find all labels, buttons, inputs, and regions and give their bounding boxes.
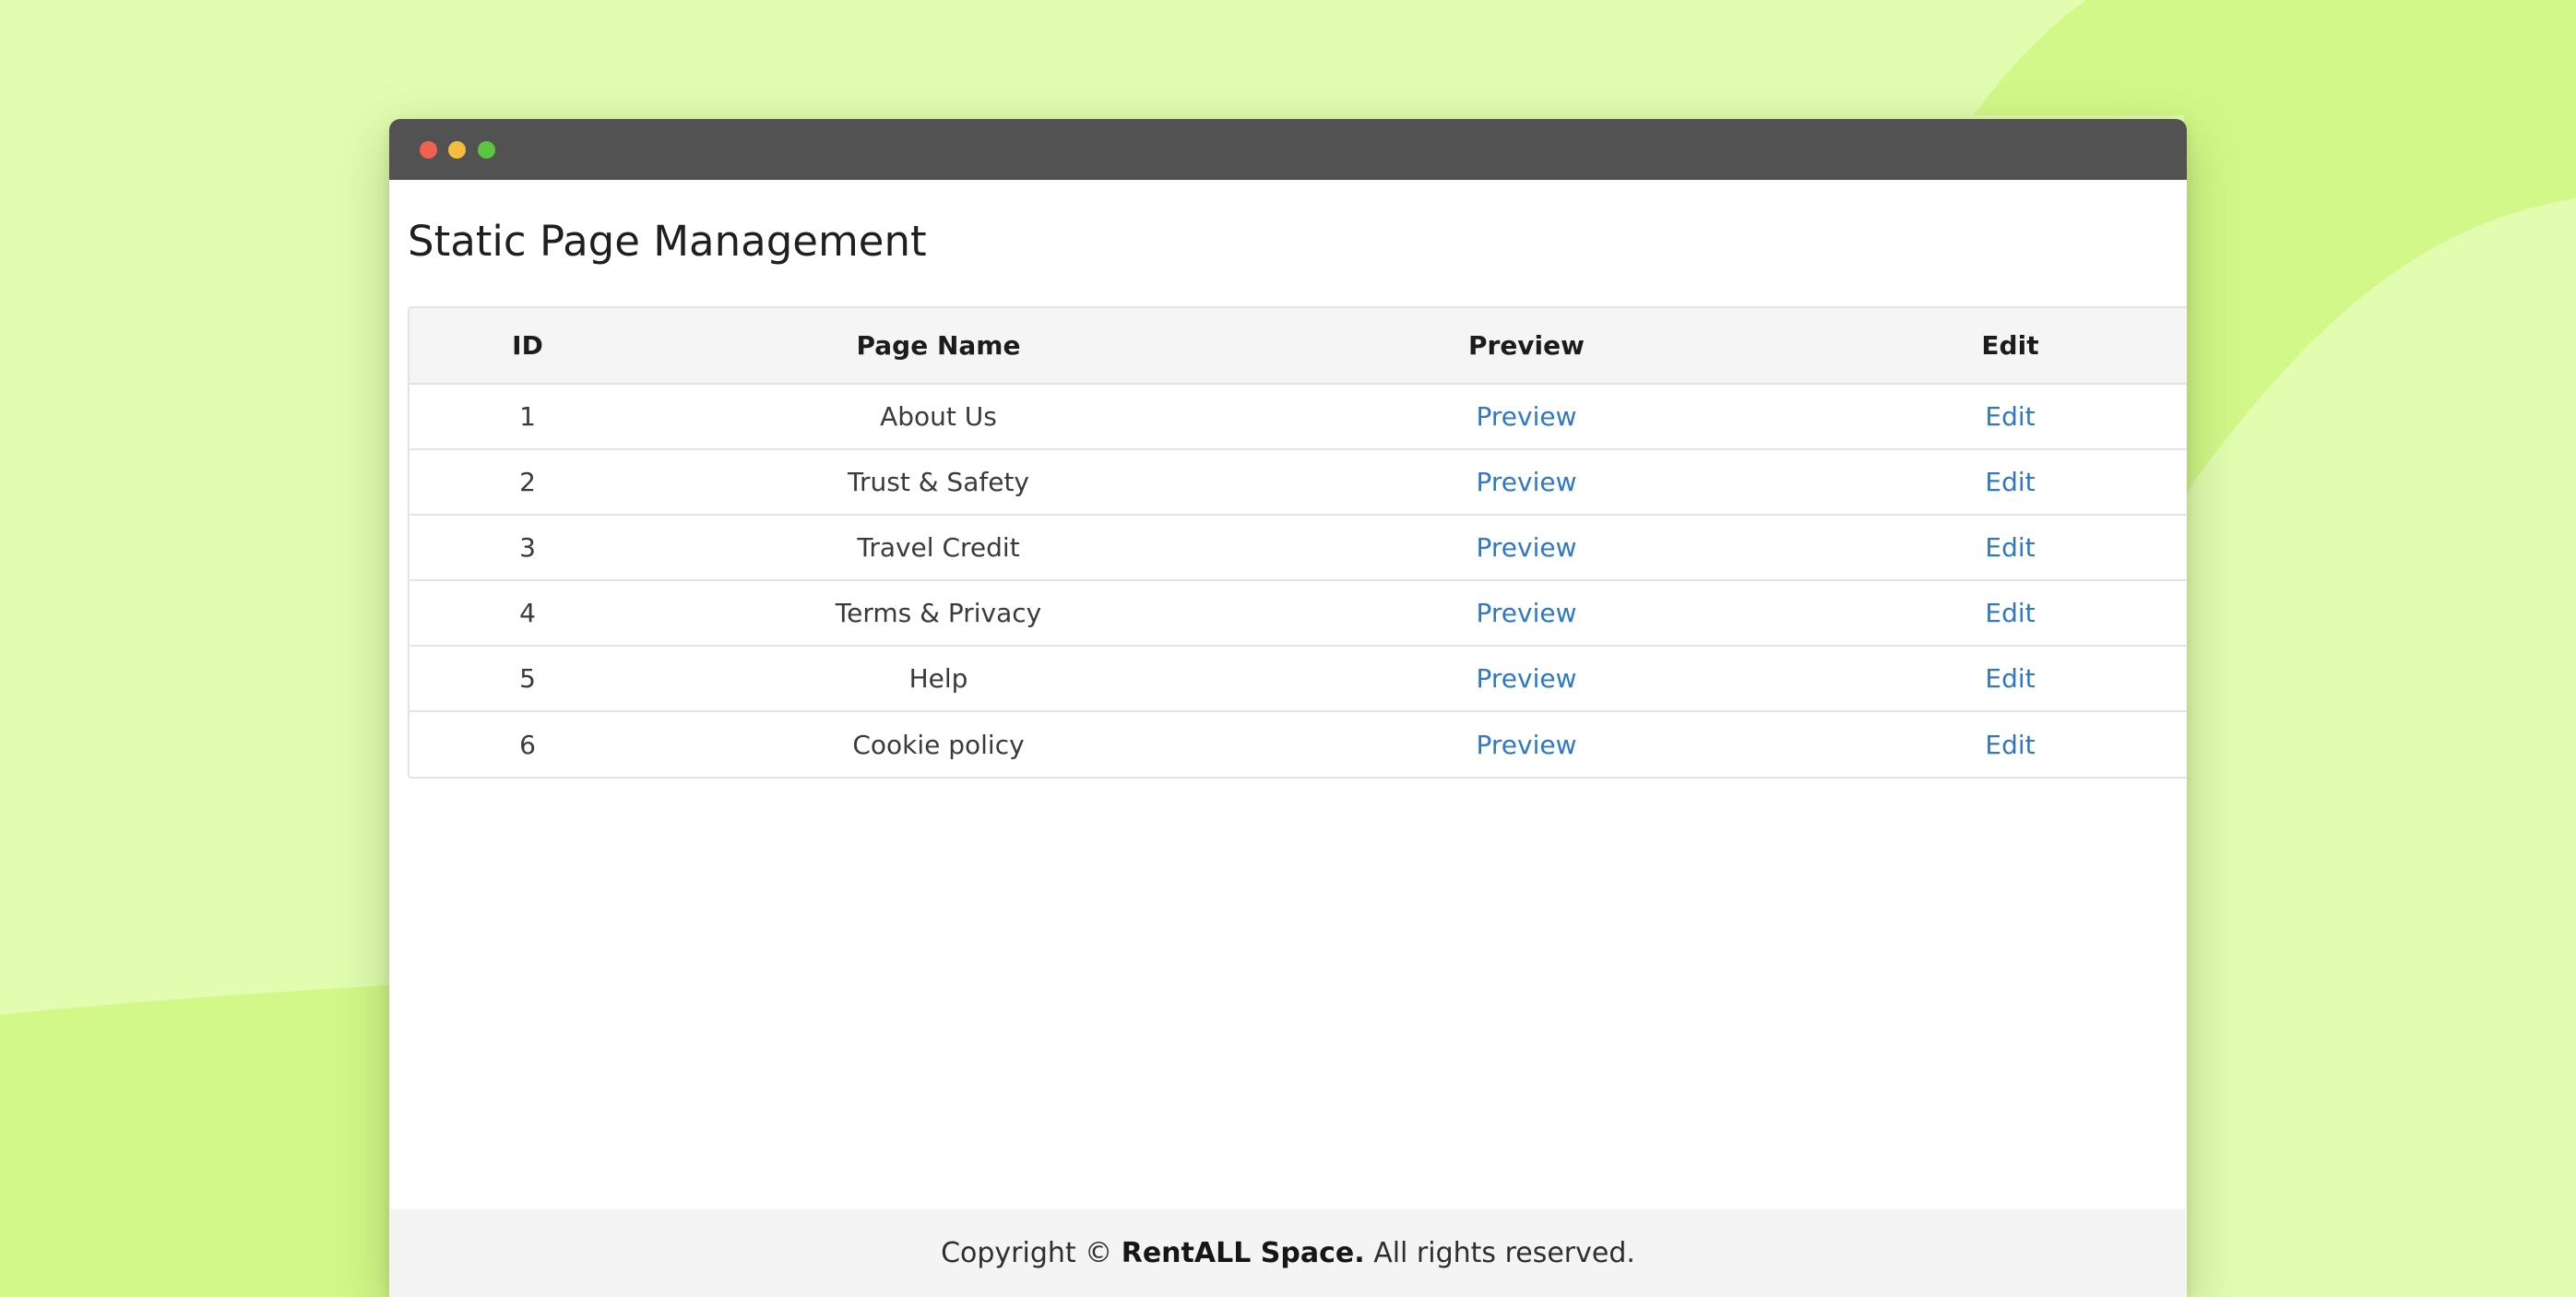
page-title: Static Page Management <box>408 217 927 266</box>
table-row: 6 Cookie policy Preview Edit <box>410 710 2187 777</box>
row-edit-cell: Edit <box>1822 514 2187 580</box>
edit-link[interactable]: Edit <box>1985 730 2035 760</box>
table-row: 2 Trust & Safety Preview Edit <box>410 448 2187 515</box>
row-page-name: Travel Credit <box>646 514 1231 580</box>
row-id: 2 <box>410 448 646 515</box>
row-id: 3 <box>410 514 646 580</box>
page-footer: Copyright © RentALL Space. All rights re… <box>389 1209 2187 1297</box>
preview-link[interactable]: Preview <box>1477 598 1577 628</box>
row-preview-cell: Preview <box>1231 384 1822 449</box>
edit-link[interactable]: Edit <box>1985 663 2035 694</box>
row-edit-cell: Edit <box>1822 448 2187 515</box>
table-row: 4 Terms & Privacy Preview Edit <box>410 579 2187 646</box>
preview-link[interactable]: Preview <box>1477 532 1577 563</box>
column-header-preview: Preview <box>1231 308 1822 385</box>
table-row: 5 Help Preview Edit <box>410 645 2187 711</box>
row-edit-cell: Edit <box>1822 579 2187 646</box>
row-page-name: Cookie policy <box>646 710 1231 777</box>
column-header-edit: Edit <box>1822 308 2187 385</box>
maximize-window-button[interactable] <box>478 141 495 159</box>
preview-link[interactable]: Preview <box>1477 467 1577 497</box>
preview-link[interactable]: Preview <box>1477 663 1577 694</box>
table-header-row: ID Page Name Preview Edit <box>410 308 2187 385</box>
static-pages-table: ID Page Name Preview Edit 1 About Us Pre… <box>408 306 2187 779</box>
preview-link[interactable]: Preview <box>1477 730 1577 760</box>
background-wave-bottom-left <box>0 985 389 1297</box>
row-id: 1 <box>519 401 536 432</box>
row-page-name: About Us <box>880 401 997 432</box>
row-page-name: Trust & Safety <box>646 448 1231 515</box>
row-page-name: Help <box>646 645 1231 711</box>
row-preview-cell: Preview <box>1231 645 1822 711</box>
row-id: 6 <box>410 710 646 777</box>
row-preview-cell: Preview <box>1231 579 1822 646</box>
table-row: 1 About Us Preview Edit <box>410 384 2187 449</box>
row-edit-cell: Edit <box>1822 710 2187 777</box>
close-window-button[interactable] <box>420 141 437 159</box>
row-id: 4 <box>410 579 646 646</box>
row-page-name: Terms & Privacy <box>646 579 1231 646</box>
row-edit-cell: Edit <box>1822 645 2187 711</box>
edit-link[interactable]: Edit <box>1985 532 2035 563</box>
table-row: 3 Travel Credit Preview Edit <box>410 514 2187 580</box>
edit-link[interactable]: Edit <box>1985 401 2035 432</box>
column-header-edit-label: Edit <box>1981 330 2039 361</box>
column-header-id: ID <box>410 308 646 385</box>
copyright-suffix: All rights reserved. <box>1373 1237 1635 1269</box>
row-preview-cell: Preview <box>1231 514 1822 580</box>
window-titlebar <box>389 119 2187 180</box>
row-id: 5 <box>410 645 646 711</box>
minimize-window-button[interactable] <box>448 141 466 159</box>
brand-name: RentALL Space. <box>1121 1237 1365 1269</box>
preview-link[interactable]: Preview <box>1477 401 1577 432</box>
row-preview-cell: Preview <box>1231 448 1822 515</box>
column-header-page-name: Page Name <box>646 308 1231 385</box>
row-edit-cell: Edit <box>1822 384 2187 449</box>
edit-link[interactable]: Edit <box>1985 598 2035 628</box>
edit-link[interactable]: Edit <box>1985 467 2035 497</box>
row-preview-cell: Preview <box>1231 710 1822 777</box>
browser-window: Static Page Management ID Page Name Prev… <box>389 119 2187 1297</box>
copyright-prefix: Copyright © <box>941 1237 1113 1269</box>
